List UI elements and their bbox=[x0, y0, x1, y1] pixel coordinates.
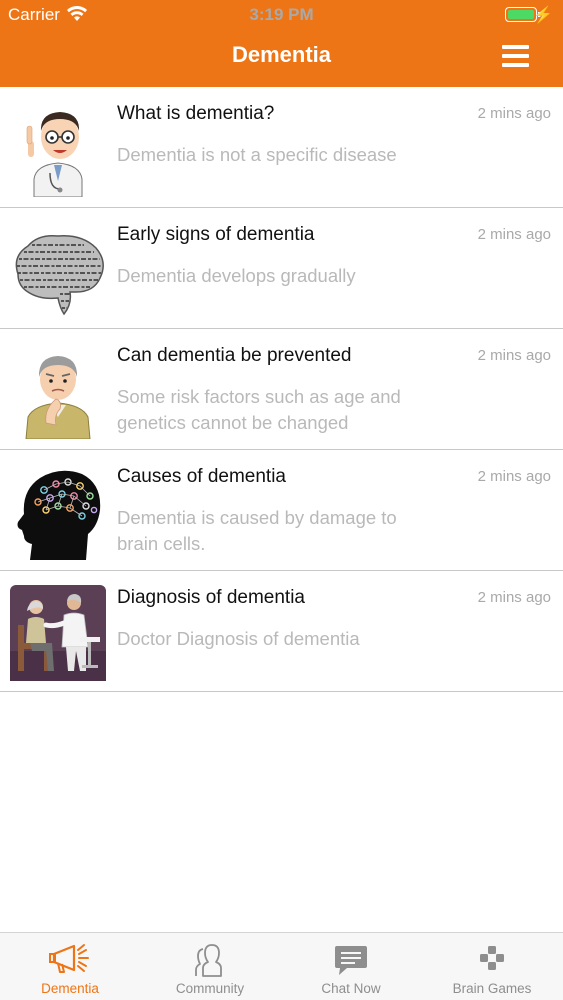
article-desc: Dementia is not a specific disease bbox=[117, 144, 397, 165]
gamepad-icon bbox=[480, 946, 504, 970]
tab-label: Community bbox=[175, 981, 245, 996]
article-title: Diagnosis of dementia bbox=[117, 587, 305, 608]
menu-button[interactable] bbox=[502, 45, 529, 67]
article-title: Can dementia be prevented bbox=[117, 345, 352, 366]
tab-label: Chat Now bbox=[321, 981, 381, 996]
elderly-man-icon bbox=[25, 356, 91, 439]
article-list: What is dementia? 2 mins ago Dementia is… bbox=[0, 87, 563, 692]
status-time: 3:19 PM bbox=[249, 5, 314, 24]
chat-icon bbox=[335, 946, 367, 975]
tab-community[interactable]: Community bbox=[140, 933, 280, 1000]
article-time: 2 mins ago bbox=[477, 468, 551, 485]
charging-icon: ⚡ bbox=[533, 7, 553, 24]
hamburger-icon bbox=[502, 45, 529, 49]
tab-bar: Dementia Community Chat Now Brain Games bbox=[0, 932, 563, 1000]
article-title: What is dementia? bbox=[117, 103, 275, 124]
status-bar: Carrier 3:19 PM ⚡ bbox=[0, 0, 563, 30]
brain-words-icon bbox=[15, 234, 104, 316]
article-time: 2 mins ago bbox=[477, 105, 551, 122]
tab-dementia[interactable]: Dementia bbox=[0, 933, 140, 1000]
tab-brain-games[interactable]: Brain Games bbox=[422, 933, 562, 1000]
doctor-patient-icon bbox=[10, 585, 106, 681]
doctor-icon bbox=[26, 112, 83, 197]
article-desc: Doctor Diagnosis of dementia bbox=[117, 628, 360, 649]
article-title: Causes of dementia bbox=[117, 466, 286, 487]
tab-label: Brain Games bbox=[452, 981, 532, 996]
tab-chat-now[interactable]: Chat Now bbox=[281, 933, 421, 1000]
people-icon bbox=[195, 944, 222, 977]
head-silhouette-icon bbox=[17, 470, 101, 560]
article-time: 2 mins ago bbox=[477, 347, 551, 364]
article-time: 2 mins ago bbox=[477, 589, 551, 606]
article-time: 2 mins ago bbox=[477, 226, 551, 243]
list-item[interactable]: Early signs of dementia 2 mins ago Demen… bbox=[0, 208, 563, 329]
header: Carrier 3:19 PM ⚡ Dementia bbox=[0, 0, 563, 87]
article-desc: Dementia is caused by damage to brain ce… bbox=[117, 507, 397, 554]
list-item[interactable]: Diagnosis of dementia 2 mins ago Doctor … bbox=[0, 571, 563, 692]
article-desc: Dementia develops gradually bbox=[117, 265, 356, 286]
tab-label: Dementia bbox=[41, 981, 99, 996]
list-item[interactable]: Can dementia be prevented 2 mins ago Som… bbox=[0, 329, 563, 450]
megaphone-icon bbox=[49, 944, 89, 973]
list-item[interactable]: Causes of dementia 2 mins ago Dementia i… bbox=[0, 450, 563, 571]
article-desc: Some risk factors such as age and geneti… bbox=[117, 386, 401, 433]
page-title: Dementia bbox=[231, 42, 332, 67]
article-title: Early signs of dementia bbox=[117, 224, 315, 245]
list-item[interactable]: What is dementia? 2 mins ago Dementia is… bbox=[0, 87, 563, 208]
